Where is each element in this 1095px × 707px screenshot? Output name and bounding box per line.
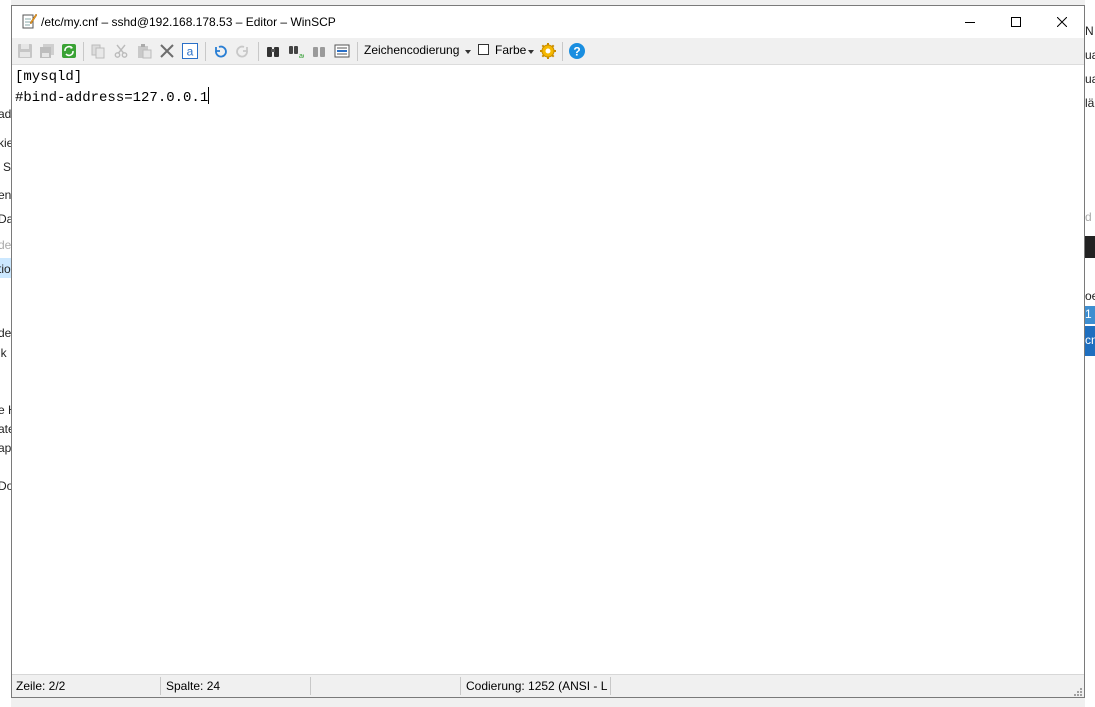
svg-text:?: ? <box>573 45 580 59</box>
background-text: N <box>1085 24 1094 38</box>
toolbar-separator <box>258 42 259 61</box>
window-title: /etc/my.cnf – sshd@192.168.178.53 – Edit… <box>41 15 336 29</box>
color-checkbox[interactable] <box>478 44 489 55</box>
background-text: Dat <box>0 212 11 226</box>
notepad-icon <box>21 13 38 29</box>
editor-line: #bind-address=127.0.0.1 <box>15 87 1084 108</box>
status-line: Zeile: 2/2 <box>16 679 66 693</box>
background-text: 1 <box>1085 307 1092 321</box>
goto-line-icon[interactable] <box>332 41 352 61</box>
background-dark-strip <box>1085 236 1095 258</box>
toolbar-separator <box>83 42 84 61</box>
resize-grip-icon[interactable] <box>1072 685 1082 696</box>
reload-icon[interactable] <box>59 41 79 61</box>
help-icon[interactable]: ? <box>567 41 587 61</box>
chevron-down-icon[interactable] <box>528 50 534 54</box>
background-text: e H <box>0 403 11 417</box>
toolbar-separator <box>357 42 358 61</box>
redo-icon[interactable] <box>233 41 253 61</box>
background-text: lä <box>1085 96 1095 110</box>
editor-line-text: #bind-address=127.0.0.1 <box>15 90 209 106</box>
background-text: oe <box>1085 289 1095 303</box>
background-text: ua <box>1085 72 1095 86</box>
replace-icon[interactable]: ac <box>286 41 306 61</box>
encoding-dropdown[interactable]: Zeichencodierung <box>364 43 459 57</box>
toolbar-separator <box>562 42 563 61</box>
svg-text:ac: ac <box>299 53 304 59</box>
background-text: de <box>0 238 11 252</box>
background-text: ik <box>0 346 7 360</box>
title-bar[interactable]: /etc/my.cnf – sshd@192.168.178.53 – Edit… <box>12 6 1084 38</box>
cut-icon[interactable] <box>111 41 131 61</box>
background-text: ate <box>0 422 11 436</box>
minimize-button[interactable] <box>947 6 993 37</box>
svg-text:a: a <box>187 45 194 59</box>
undo-icon[interactable] <box>210 41 230 61</box>
background-text: ua <box>1085 48 1095 62</box>
background-text: ad <box>0 107 11 121</box>
paste-icon[interactable] <box>134 41 154 61</box>
status-divider <box>310 677 311 695</box>
background-text: de <box>0 326 11 340</box>
background-text: cm <box>1085 333 1095 347</box>
background-window-bottom <box>11 698 1085 707</box>
status-divider <box>160 677 161 695</box>
background-text: tio <box>0 262 11 276</box>
background-window-left: ad kie S en Dat de tio de ik e H ate ap … <box>0 0 11 707</box>
status-encoding: Codierung: 1252 (ANSI - L <box>466 679 608 693</box>
delete-icon[interactable] <box>157 41 177 61</box>
save-all-icon[interactable] <box>37 41 57 61</box>
editor-window: /etc/my.cnf – sshd@192.168.178.53 – Edit… <box>11 5 1085 698</box>
select-all-icon[interactable]: a <box>180 41 200 61</box>
chevron-down-icon[interactable] <box>465 50 471 54</box>
background-text: en <box>0 188 11 202</box>
status-divider <box>460 677 461 695</box>
find-icon[interactable] <box>263 41 283 61</box>
save-icon[interactable] <box>15 41 35 61</box>
toolbar-separator <box>205 42 206 61</box>
status-divider <box>610 677 611 695</box>
background-text: Do <box>0 479 11 493</box>
editor-line: [mysqld] <box>15 69 83 85</box>
status-modified <box>313 678 461 694</box>
color-dropdown[interactable]: Farbe <box>495 43 526 57</box>
background-text: ap <box>0 441 11 455</box>
toolbar: a ac Zeichencodierung Farbe <box>12 38 1084 64</box>
background-text: kie <box>0 136 11 150</box>
gear-icon[interactable] <box>538 41 558 61</box>
background-window-right: N ua ua lä d oe 1 cm <box>1085 0 1095 707</box>
text-editor[interactable]: [mysqld] #bind-address=127.0.0.1 <box>12 64 1084 676</box>
background-text: d <box>1085 210 1092 224</box>
close-button[interactable] <box>1039 6 1085 37</box>
copy-icon[interactable] <box>88 41 108 61</box>
find-next-icon[interactable] <box>309 41 329 61</box>
status-column: Spalte: 24 <box>166 679 221 693</box>
background-text: S <box>3 160 11 174</box>
text-cursor <box>208 87 210 104</box>
maximize-button[interactable] <box>993 6 1039 37</box>
status-bar: Zeile: 2/2 Spalte: 24 Codierung: 1252 (A… <box>12 674 1084 697</box>
